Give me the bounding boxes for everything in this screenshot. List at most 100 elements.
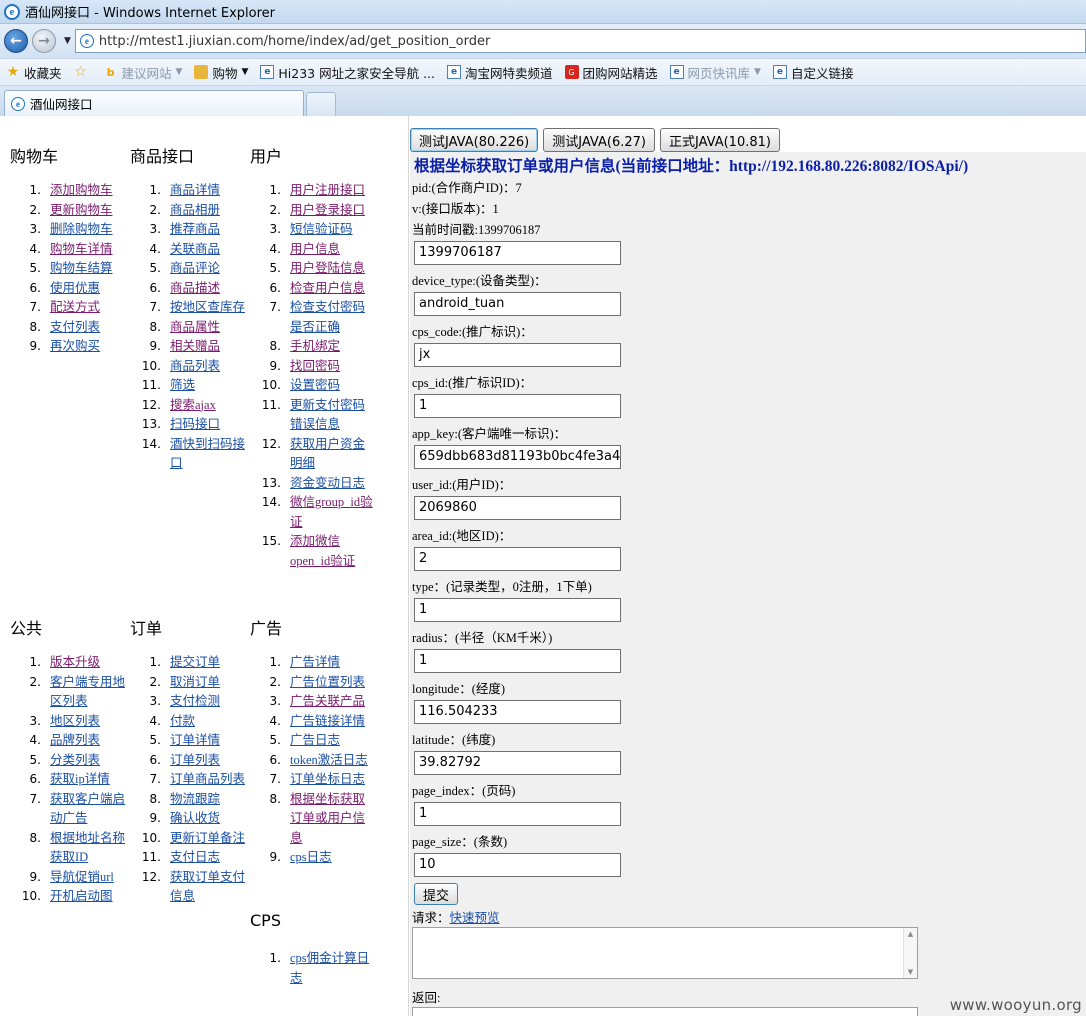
api-link[interactable]: 订单商品列表 <box>170 770 245 790</box>
api-link[interactable]: 商品评论 <box>170 259 220 279</box>
api-link[interactable]: 设置密码 <box>290 376 340 396</box>
api-link[interactable]: 购物车结算 <box>50 259 113 279</box>
api-link[interactable]: 广告详情 <box>290 653 340 673</box>
param-input[interactable]: 2 <box>414 547 621 571</box>
api-link[interactable]: 更新订单备注 <box>170 829 245 849</box>
api-link[interactable]: 手机绑定 <box>290 337 340 357</box>
api-link[interactable]: 订单列表 <box>170 751 220 771</box>
chevron-down-icon[interactable]: ▼ <box>176 67 183 77</box>
api-link[interactable]: 获取订单支付信息 <box>170 868 255 907</box>
env-button-test-6-27[interactable]: 测试JAVA(6.27) <box>543 128 655 152</box>
api-link[interactable]: 更新购物车 <box>50 201 113 221</box>
api-link[interactable]: 再次购买 <box>50 337 100 357</box>
api-link[interactable]: 版本升级 <box>50 653 100 673</box>
history-dropdown-icon[interactable]: ▼ <box>64 36 71 46</box>
api-link[interactable]: 用户注册接口 <box>290 181 365 201</box>
param-input[interactable]: 1 <box>414 394 621 418</box>
api-link[interactable]: 用户登陆信息 <box>290 259 365 279</box>
api-link[interactable]: 按地区查库存 <box>170 298 245 318</box>
api-link[interactable]: 推荐商品 <box>170 220 220 240</box>
api-link[interactable]: 资金变动日志 <box>290 474 365 494</box>
request-scrollbar[interactable]: ▲ ▼ <box>903 928 917 978</box>
favorites-button[interactable]: ★ 收藏夹 <box>6 63 62 82</box>
api-link[interactable]: 广告关联产品 <box>290 692 365 712</box>
api-link[interactable]: 订单坐标日志 <box>290 770 365 790</box>
api-link[interactable]: 短信验证码 <box>290 220 353 240</box>
env-button-prod-10-81[interactable]: 正式JAVA(10.81) <box>659 128 780 152</box>
api-link[interactable]: 搜索ajax <box>170 396 216 416</box>
param-input[interactable]: jx <box>414 343 621 367</box>
api-link[interactable]: 广告链接详情 <box>290 712 365 732</box>
api-link[interactable]: 更新支付密码错误信息 <box>290 396 375 435</box>
forward-button[interactable]: → <box>32 29 56 53</box>
env-button-test-80-226[interactable]: 测试JAVA(80.226) <box>410 128 539 152</box>
api-link[interactable]: cps日志 <box>290 848 332 868</box>
api-link[interactable]: 支付列表 <box>50 318 100 338</box>
add-favorite-button[interactable]: ☆ <box>74 64 92 80</box>
api-link[interactable]: 添加微信open_id验证 <box>290 532 375 571</box>
favorite-item[interactable]: e Hi233 网址之家安全导航 ... <box>260 63 435 82</box>
api-link[interactable]: 添加购物车 <box>50 181 113 201</box>
api-link[interactable]: 客户端专用地区列表 <box>50 673 135 712</box>
api-link[interactable]: 商品详情 <box>170 181 220 201</box>
api-link[interactable]: 用户信息 <box>290 240 340 260</box>
submit-button[interactable]: 提交 <box>414 883 459 905</box>
api-link[interactable]: 扫码接口 <box>170 415 220 435</box>
param-input[interactable]: 1 <box>414 802 621 826</box>
favorite-item[interactable]: b 建议网站 ▼ <box>104 63 183 82</box>
api-link[interactable]: 根据坐标获取订单或用户信息 <box>290 790 375 849</box>
request-textarea[interactable]: ▲ ▼ <box>412 927 918 979</box>
api-link[interactable]: 分类列表 <box>50 751 100 771</box>
param-input[interactable]: android_tuan <box>414 292 621 316</box>
api-link[interactable]: 商品列表 <box>170 357 220 377</box>
api-link[interactable]: 开机启动图 <box>50 887 113 907</box>
api-link[interactable]: 商品相册 <box>170 201 220 221</box>
response-textarea[interactable] <box>412 1007 918 1016</box>
param-input[interactable]: 1 <box>414 598 621 622</box>
param-input[interactable]: 2069860 <box>414 496 621 520</box>
tab-current[interactable]: e 酒仙网接口 <box>4 90 304 116</box>
address-input[interactable]: e http://mtest1.jiuxian.com/home/index/a… <box>74 29 1086 53</box>
param-input[interactable]: 659dbb683d81193b0bc4fe3a4489ec <box>414 445 621 469</box>
api-link[interactable]: 订单详情 <box>170 731 220 751</box>
favorite-item[interactable]: G 团购网站精选 <box>564 63 658 82</box>
api-link[interactable]: token激活日志 <box>290 751 368 771</box>
api-link[interactable]: 购物车详情 <box>50 240 113 260</box>
api-link[interactable]: 检查用户信息 <box>290 279 365 299</box>
api-link[interactable]: 商品描述 <box>170 279 220 299</box>
chevron-down-icon[interactable]: ▼ <box>754 67 761 77</box>
api-link[interactable]: 地区列表 <box>50 712 100 732</box>
api-link[interactable]: 提交订单 <box>170 653 220 673</box>
api-link[interactable]: 导航促销url <box>50 868 114 888</box>
favorite-item[interactable]: e 网页快讯库 ▼ <box>669 63 761 82</box>
api-link[interactable]: 付款 <box>170 712 195 732</box>
api-link[interactable]: 获取用户资金明细 <box>290 435 375 474</box>
api-link[interactable]: 筛选 <box>170 376 195 396</box>
quick-preview-link[interactable]: 快速预览 <box>450 911 500 925</box>
api-link[interactable]: 关联商品 <box>170 240 220 260</box>
api-link[interactable]: 物流跟踪 <box>170 790 220 810</box>
api-link[interactable]: 获取客户端启动广告 <box>50 790 135 829</box>
api-link[interactable]: 相关赠品 <box>170 337 220 357</box>
api-link[interactable]: 配送方式 <box>50 298 100 318</box>
api-link[interactable]: 取消订单 <box>170 673 220 693</box>
param-input[interactable]: 116.504233 <box>414 700 621 724</box>
param-input[interactable]: 39.82792 <box>414 751 621 775</box>
new-tab-button[interactable] <box>306 92 336 116</box>
api-link[interactable]: 品牌列表 <box>50 731 100 751</box>
favorite-item[interactable]: 购物 ▼ <box>194 63 248 82</box>
api-link[interactable]: cps佣金计算日志 <box>290 949 375 988</box>
api-link[interactable]: 广告日志 <box>290 731 340 751</box>
api-link[interactable]: 删除购物车 <box>50 220 113 240</box>
favorite-item[interactable]: e 自定义链接 <box>772 63 853 82</box>
chevron-down-icon[interactable]: ▼ <box>241 67 248 77</box>
api-link[interactable]: 用户登录接口 <box>290 201 365 221</box>
api-link[interactable]: 支付日志 <box>170 848 220 868</box>
param-input[interactable]: 1 <box>414 649 621 673</box>
api-link[interactable]: 酒快到扫码接口 <box>170 435 255 474</box>
param-input[interactable]: 10 <box>414 853 621 877</box>
back-button[interactable]: ← <box>4 29 28 53</box>
api-link[interactable]: 使用优惠 <box>50 279 100 299</box>
api-link[interactable]: 找回密码 <box>290 357 340 377</box>
api-link[interactable]: 检查支付密码是否正确 <box>290 298 375 337</box>
